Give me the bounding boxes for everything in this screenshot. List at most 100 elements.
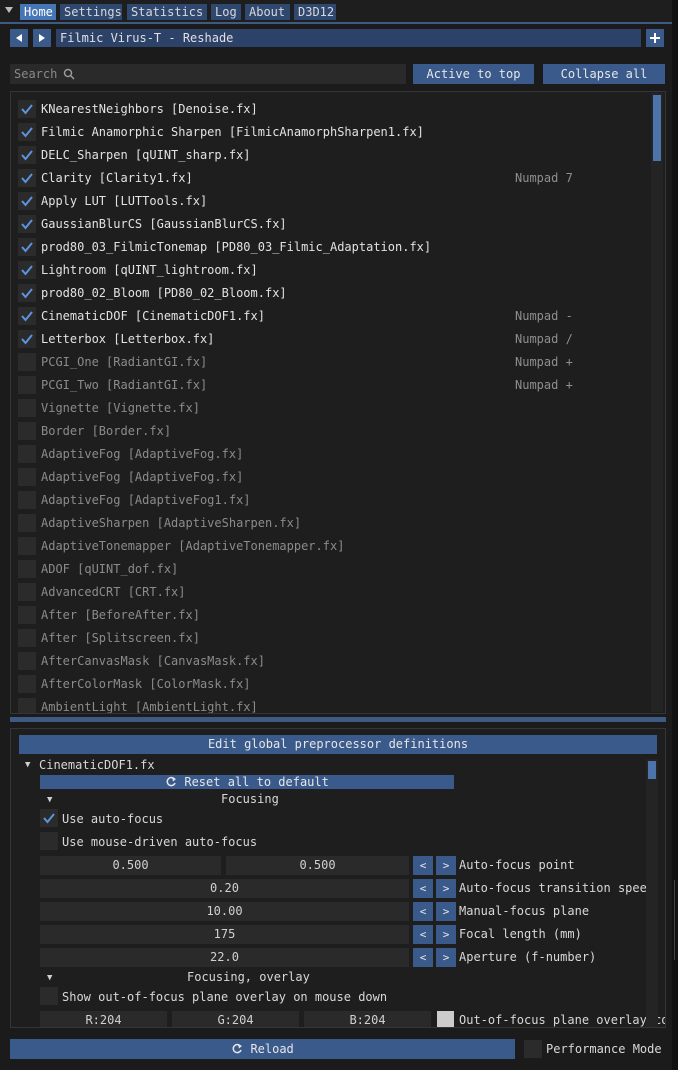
effect-checkbox[interactable] bbox=[18, 215, 36, 233]
manual-focus-increment[interactable]: > bbox=[436, 902, 456, 921]
effect-checkbox[interactable] bbox=[18, 652, 36, 670]
overlay-color-g-field[interactable]: G:204 bbox=[172, 1011, 299, 1027]
tab-home[interactable]: Home bbox=[20, 4, 56, 20]
tab-d3d12[interactable]: D3D12 bbox=[294, 4, 336, 20]
transition-speed-decrement[interactable]: < bbox=[413, 879, 433, 898]
effect-row[interactable]: Filmic Anamorphic Sharpen [FilmicAnamorp… bbox=[11, 121, 651, 143]
effect-checkbox[interactable] bbox=[18, 468, 36, 486]
overlay-color-b-field[interactable]: B:204 bbox=[304, 1011, 431, 1027]
effect-checkbox[interactable] bbox=[18, 284, 36, 302]
overlay-color-r-field[interactable]: R:204 bbox=[40, 1011, 167, 1027]
effect-checkbox[interactable] bbox=[18, 537, 36, 555]
effect-checkbox[interactable] bbox=[18, 169, 36, 187]
tab-settings[interactable]: Settings bbox=[60, 4, 122, 20]
effect-row[interactable]: AdaptiveSharpen [AdaptiveSharpen.fx] bbox=[11, 512, 651, 534]
effect-checkbox[interactable] bbox=[18, 307, 36, 325]
effect-checkbox[interactable] bbox=[18, 422, 36, 440]
use-mouse-autofocus-checkbox[interactable] bbox=[40, 832, 58, 850]
effects-scrollbar[interactable] bbox=[651, 93, 663, 712]
preset-selector[interactable]: Filmic Virus-T - Reshade bbox=[56, 29, 641, 47]
effect-checkbox[interactable] bbox=[18, 491, 36, 509]
effect-checkbox[interactable] bbox=[18, 698, 36, 713]
autofocus-point-increment[interactable]: > bbox=[436, 856, 456, 875]
section-focusing[interactable]: Focusing bbox=[221, 791, 279, 807]
effect-row[interactable]: AdaptiveFog [AdaptiveFog.fx] bbox=[11, 466, 651, 488]
effect-checkbox[interactable] bbox=[18, 560, 36, 578]
effect-checkbox[interactable] bbox=[18, 376, 36, 394]
focal-length-decrement[interactable]: < bbox=[413, 925, 433, 944]
effect-row[interactable]: prod80_02_Bloom [PD80_02_Bloom.fx] bbox=[11, 282, 651, 304]
add-preset-button[interactable] bbox=[646, 29, 664, 47]
previous-preset-button[interactable] bbox=[10, 29, 28, 47]
effect-checkbox[interactable] bbox=[18, 399, 36, 417]
manual-focus-decrement[interactable]: < bbox=[413, 902, 433, 921]
effect-row[interactable]: AmbientLight [AmbientLight.fx] bbox=[11, 696, 651, 713]
tab-about[interactable]: About bbox=[245, 4, 290, 20]
effect-row[interactable]: Border [Border.fx] bbox=[11, 420, 651, 442]
collapse-triangle-icon[interactable]: ▼ bbox=[25, 760, 30, 770]
effect-checkbox[interactable] bbox=[18, 629, 36, 647]
aperture-increment[interactable]: > bbox=[436, 948, 456, 967]
effect-row[interactable]: KNearestNeighbors [Denoise.fx] bbox=[11, 98, 651, 120]
resize-grip[interactable] bbox=[674, 880, 675, 960]
search-input[interactable]: Search bbox=[10, 64, 406, 84]
window-menu-icon[interactable] bbox=[5, 7, 13, 13]
use-autofocus-checkbox[interactable] bbox=[40, 809, 58, 827]
effect-checkbox[interactable] bbox=[18, 100, 36, 118]
transition-speed-increment[interactable]: > bbox=[436, 879, 456, 898]
effect-row[interactable]: Letterbox [Letterbox.fx] Numpad / bbox=[11, 328, 651, 350]
effect-checkbox[interactable] bbox=[18, 146, 36, 164]
effect-row[interactable]: Clarity [Clarity1.fx] Numpad 7 bbox=[11, 167, 651, 189]
panel-splitter[interactable] bbox=[10, 717, 666, 722]
settings-scrollbar-thumb[interactable] bbox=[648, 761, 656, 779]
effect-checkbox[interactable] bbox=[18, 514, 36, 532]
focal-length-slider[interactable]: 175 bbox=[40, 925, 409, 944]
effect-checkbox[interactable] bbox=[18, 123, 36, 141]
collapse-all-button[interactable]: Collapse all bbox=[543, 64, 665, 84]
effect-row[interactable]: GaussianBlurCS [GaussianBlurCS.fx] bbox=[11, 213, 651, 235]
settings-scrollbar[interactable] bbox=[646, 759, 658, 1027]
effect-row[interactable]: AdaptiveFog [AdaptiveFog.fx] bbox=[11, 443, 651, 465]
reload-button[interactable]: Reload bbox=[10, 1039, 515, 1059]
effect-row[interactable]: Lightroom [qUINT_lightroom.fx] bbox=[11, 259, 651, 281]
aperture-decrement[interactable]: < bbox=[413, 948, 433, 967]
effect-checkbox[interactable] bbox=[18, 445, 36, 463]
active-to-top-button[interactable]: Active to top bbox=[413, 64, 534, 84]
effect-checkbox[interactable] bbox=[18, 606, 36, 624]
effect-row[interactable]: After [Splitscreen.fx] bbox=[11, 627, 651, 649]
section-focusing-overlay[interactable]: Focusing, overlay bbox=[187, 969, 310, 985]
effect-file-header[interactable]: CinematicDOF1.fx bbox=[39, 757, 155, 773]
effect-checkbox[interactable] bbox=[18, 192, 36, 210]
effect-row[interactable]: AdaptiveFog [AdaptiveFog1.fx] bbox=[11, 489, 651, 511]
effect-row[interactable]: prod80_03_FilmicTonemap [PD80_03_Filmic_… bbox=[11, 236, 651, 258]
effect-row[interactable]: ADOF [qUINT_dof.fx] bbox=[11, 558, 651, 580]
autofocus-point-decrement[interactable]: < bbox=[413, 856, 433, 875]
overlay-collapse-icon[interactable]: ▼ bbox=[47, 973, 52, 983]
edit-global-definitions-button[interactable]: Edit global preprocessor definitions bbox=[19, 735, 657, 754]
effect-row[interactable]: AdaptiveTonemapper [AdaptiveTonemapper.f… bbox=[11, 535, 651, 557]
show-overlay-checkbox[interactable] bbox=[40, 987, 58, 1005]
effect-row[interactable]: After [BeforeAfter.fx] bbox=[11, 604, 651, 626]
effects-scrollbar-thumb[interactable] bbox=[653, 95, 661, 161]
effect-checkbox[interactable] bbox=[18, 330, 36, 348]
effect-row[interactable]: DELC_Sharpen [qUINT_sharp.fx] bbox=[11, 144, 651, 166]
autofocus-point-y-field[interactable]: 0.500 bbox=[226, 856, 409, 875]
effect-checkbox[interactable] bbox=[18, 675, 36, 693]
effect-row[interactable]: PCGI_Two [RadiantGI.fx] Numpad + bbox=[11, 374, 651, 396]
transition-speed-slider[interactable]: 0.20 bbox=[40, 879, 409, 898]
effect-row[interactable]: Vignette [Vignette.fx] bbox=[11, 397, 651, 419]
effect-row[interactable]: AdvancedCRT [CRT.fx] bbox=[11, 581, 651, 603]
focusing-collapse-icon[interactable]: ▼ bbox=[47, 795, 52, 805]
effect-checkbox[interactable] bbox=[18, 583, 36, 601]
effect-row[interactable]: AfterColorMask [ColorMask.fx] bbox=[11, 673, 651, 695]
focal-length-increment[interactable]: > bbox=[436, 925, 456, 944]
next-preset-button[interactable] bbox=[33, 29, 51, 47]
effect-row[interactable]: CinematicDOF [CinematicDOF1.fx] Numpad - bbox=[11, 305, 651, 327]
effect-checkbox[interactable] bbox=[18, 261, 36, 279]
effect-row[interactable]: AfterCanvasMask [CanvasMask.fx] bbox=[11, 650, 651, 672]
effect-checkbox[interactable] bbox=[18, 353, 36, 371]
tab-statistics[interactable]: Statistics bbox=[127, 4, 207, 20]
tab-log[interactable]: Log bbox=[211, 4, 241, 20]
manual-focus-slider[interactable]: 10.00 bbox=[40, 902, 409, 921]
overlay-color-swatch[interactable] bbox=[437, 1011, 454, 1027]
